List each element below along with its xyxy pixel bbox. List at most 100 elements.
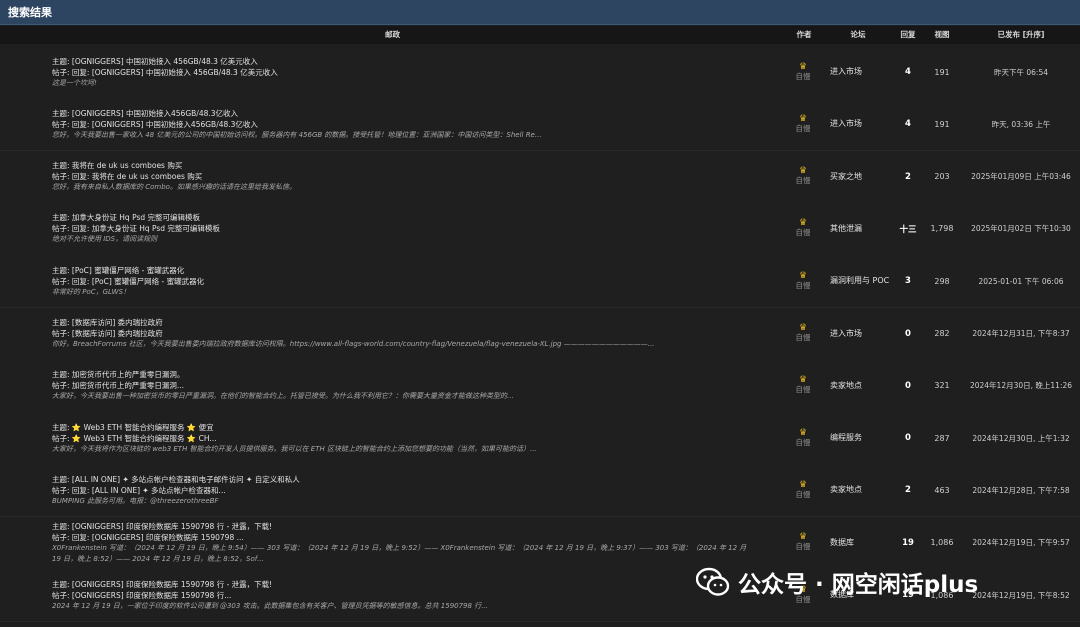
wechat-icon bbox=[696, 567, 730, 596]
forum-link[interactable]: 进入市场 bbox=[830, 98, 890, 150]
thread-subject-link[interactable]: 主题: 加密货币代币上的严重零日漏洞。 bbox=[52, 369, 514, 380]
author-name[interactable]: 自慢 bbox=[796, 490, 811, 500]
reply-count: 19 bbox=[902, 537, 914, 548]
view-count: 321 bbox=[934, 381, 950, 391]
author-cell[interactable]: ♛ 自慢 bbox=[790, 517, 816, 569]
result-row[interactable]: 主题: [ALL IN ONE] ✦ 多站点帐户检查器和电子邮件访问 ✦ 自定义… bbox=[0, 464, 1080, 518]
thread-subject-link[interactable]: 主题: [PoC] 蜜罐僵尸网络 - 蜜罐武器化 bbox=[52, 265, 204, 276]
result-row[interactable]: 主题: ⭐ Web3 ETH 智能合约编程服务 ⭐ 便宜 帖子: ⭐ Web3 … bbox=[0, 412, 1080, 466]
column-author[interactable]: 作者 bbox=[785, 26, 823, 44]
column-views[interactable]: 视图 bbox=[925, 26, 959, 44]
forum-link[interactable]: 其他泄漏 bbox=[830, 203, 890, 255]
author-name[interactable]: 自慢 bbox=[796, 281, 811, 291]
view-count: 203 bbox=[934, 172, 950, 182]
author-name[interactable]: 自慢 bbox=[796, 542, 811, 552]
post-info: 主题: [OGNIGGERS] 印度保险数据库 1590798 行 - 泄露，下… bbox=[52, 517, 746, 569]
result-row[interactable]: 主题: 加密货币代币上的严重零日漏洞。 帖子: 加密货币代币上的严重零日漏洞..… bbox=[0, 359, 1080, 413]
column-replies[interactable]: 回复 bbox=[893, 26, 923, 44]
author-cell[interactable]: ♛ 自慢 bbox=[790, 98, 816, 150]
post-info: 主题: [OGNIGGERS] 中国初始接入 456GB/48.3 亿美元收入 … bbox=[52, 46, 278, 98]
post-info: 主题: [OGNIGGERS] 中国初始接入456GB/48.3亿收入 帖子: … bbox=[52, 98, 542, 150]
view-count: 282 bbox=[934, 329, 950, 338]
view-count: 191 bbox=[934, 119, 950, 129]
reply-count: 4 bbox=[905, 67, 911, 77]
post-link[interactable]: 帖子: 回复: [OGNIGGERS] 印度保险数据库 1590798 ... bbox=[52, 532, 746, 543]
thread-subject-link[interactable]: 主题: ⭐ Web3 ETH 智能合约编程服务 ⭐ 便宜 bbox=[52, 422, 537, 433]
author-name[interactable]: 自慢 bbox=[796, 438, 811, 448]
watermark: 公众号 · 网空闲话plus bbox=[696, 562, 978, 602]
forum-link[interactable]: 漏洞利用与 POC bbox=[830, 255, 890, 307]
post-link[interactable]: 帖子: 回复: [OGNIGGERS] 中国初始接入 456GB/48.3 亿美… bbox=[52, 67, 278, 78]
thread-subject-link[interactable]: 主题: 我将在 de uk us comboes 购买 bbox=[52, 160, 296, 171]
result-row[interactable]: 主题: [数据库访问] 委内瑞拉政府 帖子: [数据库访问] 委内瑞拉政府 你好… bbox=[0, 307, 1080, 361]
post-link[interactable]: 帖子: 回复: 加拿大身份证 Hq Psd 完整可编辑模板 bbox=[52, 223, 220, 234]
column-posted-sort[interactable]: 已发布 [升序] bbox=[962, 26, 1080, 44]
author-cell[interactable]: ♛ 自慢 bbox=[790, 412, 816, 464]
result-row[interactable]: 主题: [PoC] 蜜罐僵尸网络 - 蜜罐武器化 帖子: 回复: [PoC] 蜜… bbox=[0, 255, 1080, 309]
post-info: 主题: [OGNIGGERS] 印度保险数据库 1590798 行 - 泄露，下… bbox=[52, 569, 488, 621]
crown-icon: ♛ bbox=[798, 375, 808, 386]
thread-subject-link[interactable]: 主题: [OGNIGGERS] 中国初始接入 456GB/48.3 亿美元收入 bbox=[52, 56, 278, 67]
author-name[interactable]: 自慢 bbox=[796, 72, 811, 82]
view-count: 298 bbox=[934, 276, 950, 286]
post-date: 2025-01-01 下午 06:06 bbox=[978, 276, 1064, 286]
post-link[interactable]: 帖子: [OGNIGGERS] 印度保险数据库 1590798 行... bbox=[52, 590, 488, 601]
post-preview: 您好，我有来自私人数据库的 Combo。如果感兴趣的话请在这里给我发私信。 bbox=[52, 183, 296, 192]
author-cell[interactable]: ♛ 自慢 bbox=[790, 151, 816, 203]
reply-count: 3 bbox=[905, 276, 911, 287]
author-name[interactable]: 自慢 bbox=[796, 176, 811, 186]
author-cell[interactable]: ♛ 自慢 bbox=[790, 203, 816, 255]
forum-link[interactable]: 卖家地点 bbox=[830, 464, 890, 516]
author-name[interactable]: 自慢 bbox=[796, 333, 811, 343]
post-link[interactable]: 帖子: 回复: [PoC] 蜜罐僵尸网络 - 蜜罐武器化 bbox=[52, 276, 204, 287]
post-date: 2024年12月19日, 下午8:52 bbox=[972, 590, 1070, 600]
post-preview: 你好，BreachForrums 社区，今天我要出售委内瑞拉政府数据库访问权限。… bbox=[52, 340, 655, 348]
post-date: 昨天下午 06:54 bbox=[994, 67, 1048, 77]
post-info: 主题: [PoC] 蜜罐僵尸网络 - 蜜罐武器化 帖子: 回复: [PoC] 蜜… bbox=[52, 255, 204, 307]
post-preview: 这是一个坎坷! bbox=[52, 78, 97, 87]
thread-subject-link[interactable]: 主题: [OGNIGGERS] 中国初始接入456GB/48.3亿收入 bbox=[52, 108, 542, 119]
author-name[interactable]: 自慢 bbox=[796, 385, 811, 395]
crown-icon: ♛ bbox=[798, 113, 808, 124]
author-cell[interactable]: ♛ 自慢 bbox=[790, 255, 816, 307]
column-forum[interactable]: 论坛 bbox=[825, 26, 891, 44]
post-info: 主题: [ALL IN ONE] ✦ 多站点帐户检查器和电子邮件访问 ✦ 自定义… bbox=[52, 464, 300, 516]
forum-link[interactable]: 买家之地 bbox=[830, 151, 890, 203]
post-preview: 您好，今天我要出售一家收入 48 亿美元的公司的中国初始访问权。服务器内有 45… bbox=[52, 130, 542, 139]
author-name[interactable]: 自慢 bbox=[796, 228, 811, 238]
result-row[interactable]: 主题: 我将在 de uk us comboes 购买 帖子: 回复: 我将在 … bbox=[0, 150, 1080, 204]
thread-subject-link[interactable]: 主题: 加拿大身份证 Hq Psd 完整可编辑模板 bbox=[52, 212, 220, 223]
post-link[interactable]: 帖子: 回复: [ALL IN ONE] ✦ 多站点帐户检查器和... bbox=[52, 485, 300, 496]
forum-link[interactable]: 进入市场 bbox=[830, 46, 890, 98]
author-cell[interactable]: ♛ 自慢 bbox=[790, 464, 816, 516]
thread-subject-link[interactable]: 主题: [OGNIGGERS] 印度保险数据库 1590798 行 - 泄露，下… bbox=[52, 579, 488, 590]
forum-link[interactable]: 卖家地点 bbox=[830, 360, 890, 412]
forum-link[interactable]: 编程服务 bbox=[830, 412, 890, 464]
column-post[interactable]: 邮政 bbox=[0, 26, 785, 44]
post-link[interactable]: 帖子: 加密货币代币上的严重零日漏洞... bbox=[52, 380, 514, 391]
post-link[interactable]: 帖子: ⭐ Web3 ETH 智能合约编程服务 ⭐ CH... bbox=[52, 433, 537, 444]
result-row[interactable]: 主题: [OGNIGGERS] 中国初始接入456GB/48.3亿收入 帖子: … bbox=[0, 98, 1080, 152]
thread-subject-link[interactable]: 主题: [ALL IN ONE] ✦ 多站点帐户检查器和电子邮件访问 ✦ 自定义… bbox=[52, 474, 300, 485]
author-name[interactable]: 自慢 bbox=[796, 124, 811, 134]
post-link[interactable]: 帖子: 回复: [OGNIGGERS] 中国初始接入456GB/48.3亿收入 bbox=[52, 119, 542, 130]
thread-subject-link[interactable]: 主题: [OGNIGGERS] 印度保险数据库 1590798 行 - 泄露，下… bbox=[52, 521, 746, 532]
post-date: 2024年12月30日, 上午1:32 bbox=[972, 433, 1070, 443]
post-preview: BUMPING 此服务可用。电报：@threezerothreeBF bbox=[52, 496, 219, 505]
post-date: 2024年12月19日, 下午9:57 bbox=[972, 538, 1070, 548]
crown-icon: ♛ bbox=[798, 479, 808, 490]
author-cell[interactable]: ♛ 自慢 bbox=[790, 360, 816, 412]
forum-link[interactable]: 数据库 bbox=[830, 517, 890, 569]
reply-count: 0 bbox=[905, 328, 911, 339]
forum-link[interactable]: 进入市场 bbox=[830, 308, 890, 360]
post-date: 2024年12月30日, 晚上11:26 bbox=[969, 381, 1073, 391]
post-preview: 大家好，今天我要出售一种加密货币的零日严重漏洞。在他们的智能合约上。托管已接受。… bbox=[52, 392, 514, 401]
reply-count: 2 bbox=[905, 171, 911, 182]
result-row[interactable]: 主题: 加拿大身份证 Hq Psd 完整可编辑模板 帖子: 回复: 加拿大身份证… bbox=[0, 202, 1080, 256]
thread-subject-link[interactable]: 主题: [数据库访问] 委内瑞拉政府 bbox=[52, 317, 654, 328]
author-cell[interactable]: ♛ 自慢 bbox=[790, 46, 816, 98]
author-cell[interactable]: ♛ 自慢 bbox=[790, 308, 816, 360]
post-link[interactable]: 帖子: [数据库访问] 委内瑞拉政府 bbox=[52, 328, 654, 339]
post-link[interactable]: 帖子: 回复: 我将在 de uk us comboes 购买 bbox=[52, 171, 296, 182]
result-row[interactable]: 主题: [OGNIGGERS] 中国初始接入 456GB/48.3 亿美元收入 … bbox=[0, 46, 1080, 99]
